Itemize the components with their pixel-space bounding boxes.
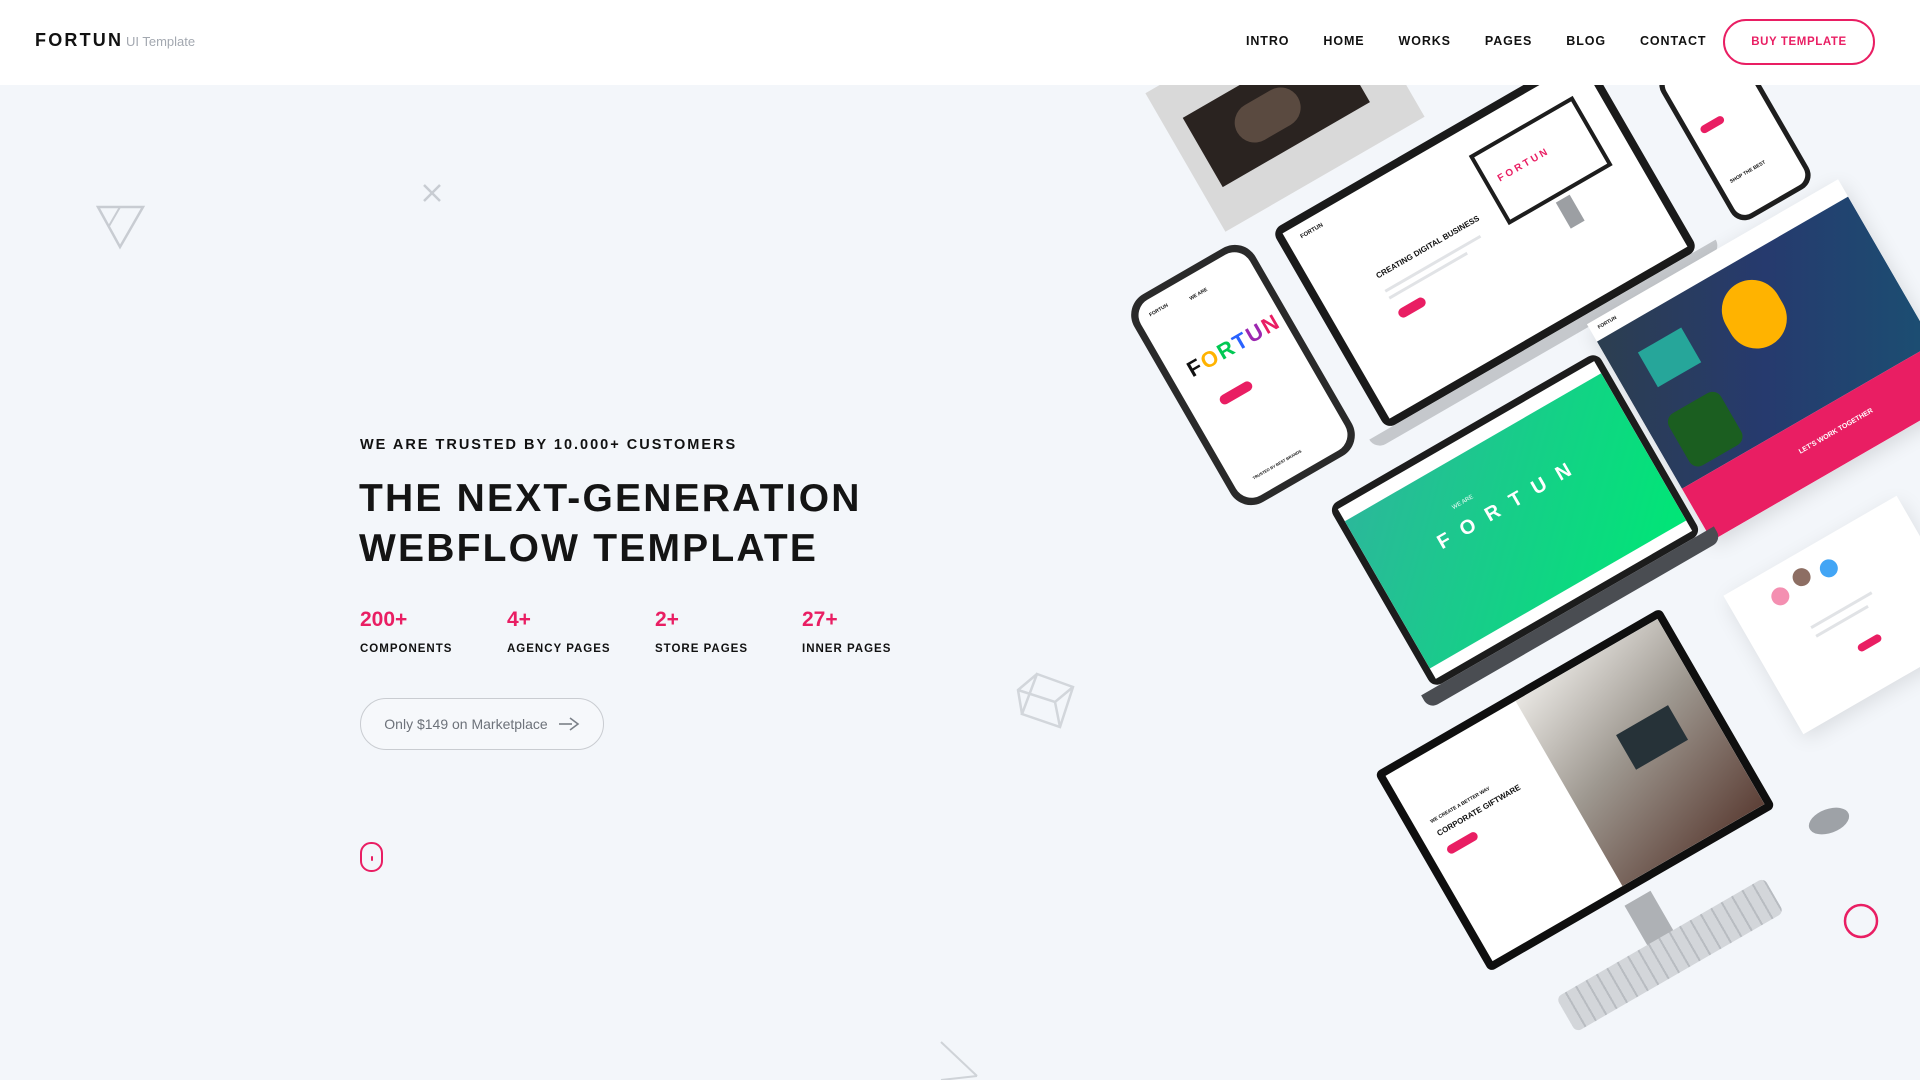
website-page-logo: FORTUN [1596, 315, 1618, 331]
chevron-icon [940, 1041, 978, 1080]
triangle-outline-icon [96, 205, 146, 250]
phone-brand: FORTUN [1148, 302, 1170, 319]
nav-item-intro[interactable]: INTRO [1246, 34, 1289, 48]
laptop-top-logo: FORTUN [1299, 222, 1325, 241]
stat-components: 200+ COMPONENTS [360, 608, 452, 655]
hero-title-line-1: THE NEXT-GENERATION [359, 477, 862, 520]
nav-item-contact[interactable]: CONTACT [1640, 34, 1706, 48]
phone-footer: TRUSTED BY BEST BRANDS [1251, 448, 1303, 481]
stat-agency-pages: 4+ AGENCY PAGES [507, 608, 611, 655]
stat-inner-pages: 27+ INNER PAGES [802, 608, 891, 655]
nav-item-home[interactable]: HOME [1323, 34, 1364, 48]
stat-label: STORE PAGES [655, 643, 749, 655]
phone-tag: WE ARE [1188, 286, 1209, 302]
hero-title-line-2: WEBFLOW TEMPLATE [359, 527, 819, 570]
banner-text: LET'S WORK TOGETHER [1797, 407, 1875, 456]
scroll-mouse-icon[interactable] [360, 842, 383, 872]
site-logo[interactable]: FORTUN [35, 30, 123, 51]
stat-value: 4+ [507, 608, 531, 631]
nav-item-blog[interactable]: BLOG [1566, 34, 1606, 48]
marketplace-button[interactable]: Only $149 on Marketplace [360, 698, 604, 750]
stat-value: 27+ [802, 608, 838, 631]
site-header: FORTUN UI Template INTRO HOME WORKS PAGE… [0, 0, 1920, 85]
buy-template-button[interactable]: BUY TEMPLATE [1723, 19, 1875, 65]
close-x-icon [423, 184, 441, 202]
laptop-top-heading: CREATING DIGITAL BUSINESS [1374, 213, 1482, 281]
stat-label: COMPONENTS [360, 643, 453, 655]
hero-title: THE NEXT-GENERATION WEBFLOW TEMPLATE [359, 474, 862, 574]
logo-subtitle: UI Template [126, 34, 196, 49]
cube-outline-icon [1016, 672, 1075, 729]
arrow-right-icon [558, 717, 580, 731]
stat-label: AGENCY PAGES [507, 643, 611, 655]
stat-store-pages: 2+ STORE PAGES [655, 608, 748, 655]
stat-value: 200+ [360, 608, 408, 631]
marketplace-button-label: Only $149 on Marketplace [384, 716, 548, 732]
monitor-logo: F O R T U N [1495, 147, 1550, 185]
nav-item-works[interactable]: WORKS [1399, 34, 1451, 48]
hero-eyebrow: WE ARE TRUSTED BY 10.000+ CUSTOMERS [360, 437, 738, 453]
stat-label: INNER PAGES [802, 643, 892, 655]
avatars-page-mockup [1723, 495, 1920, 735]
main-nav: INTRO HOME WORKS PAGES BLOG CONTACT [1246, 34, 1706, 48]
device-mockup-collage: FORTUN CREATING DIGITAL BUSINESS F O R T… [1130, 85, 1920, 1080]
nav-item-pages[interactable]: PAGES [1485, 34, 1532, 48]
mouse-mockup [1805, 802, 1853, 840]
stat-value: 2+ [655, 608, 679, 631]
small-phone-text: SHOP THE BEST [1729, 159, 1767, 185]
